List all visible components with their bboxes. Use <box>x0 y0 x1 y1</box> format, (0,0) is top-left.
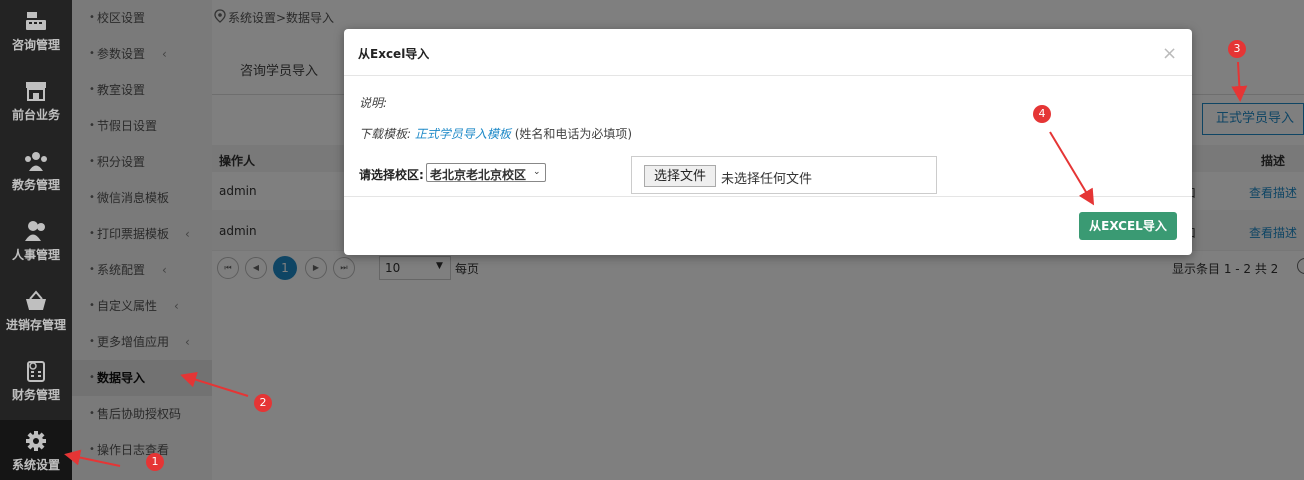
close-icon[interactable]: × <box>1162 43 1177 64</box>
campus-value: 老北京老北京校区 <box>430 168 527 182</box>
choose-file-button[interactable]: 选择文件 <box>644 165 716 187</box>
divider <box>344 75 1192 76</box>
file-input: 选择文件 未选择任何文件 <box>631 156 937 194</box>
template-note: (姓名和电话为必填项) <box>514 127 633 141</box>
step-marker-3: 3 <box>1228 40 1246 58</box>
campus-select[interactable]: 老北京老北京校区 ⌄ <box>426 163 546 182</box>
campus-label: 请选择校区: <box>359 168 424 182</box>
file-status: 未选择任何文件 <box>721 172 813 187</box>
modal-backdrop-nav <box>0 0 72 480</box>
import-from-excel-button[interactable]: 从EXCEL导入 <box>1079 212 1177 240</box>
step-marker-1: 1 <box>146 453 164 471</box>
import-dialog: 从Excel导入 × 说明: 下载模板: 正式学员导入模板 (姓名和电话为必填项… <box>344 29 1192 255</box>
step-marker-4: 4 <box>1033 105 1051 123</box>
divider <box>344 196 1192 197</box>
step-marker-2: 2 <box>254 394 272 412</box>
dialog-note: 说明: <box>359 96 388 110</box>
dialog-title: 从Excel导入 <box>358 47 430 61</box>
chevron-down-icon: ⌄ <box>533 167 541 177</box>
template-prefix: 下载模板: <box>359 127 412 141</box>
template-download-link[interactable]: 正式学员导入模板 <box>415 127 511 141</box>
